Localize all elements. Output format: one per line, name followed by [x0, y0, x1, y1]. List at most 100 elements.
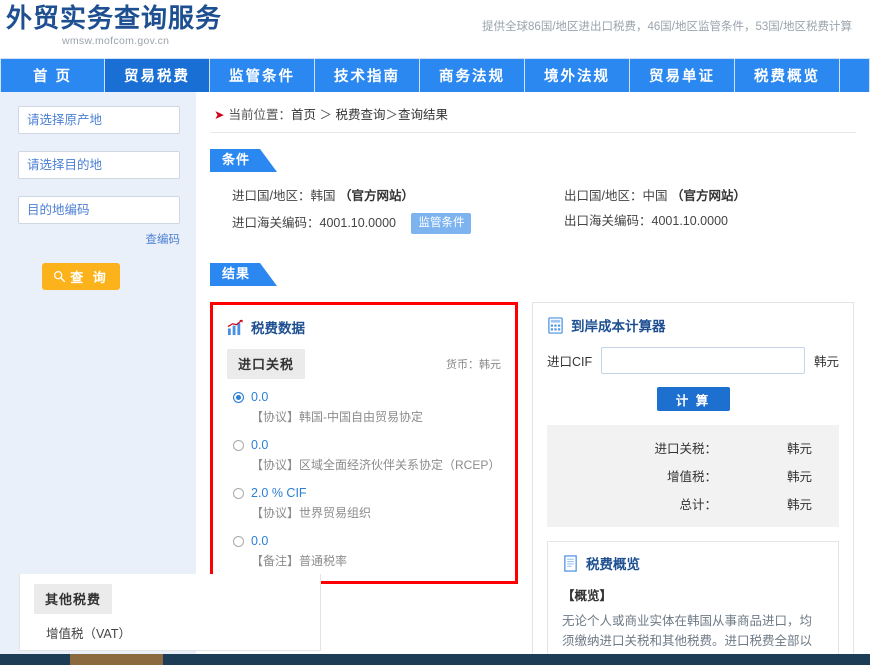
conditions-import-column: 进口国/地区：韩国 （官方网站） 进口海关编码：4001.10.0000 监管条… [232, 188, 564, 243]
calculator-card-title: 到岸成本计算器 [547, 315, 839, 335]
calculator-icon [547, 316, 564, 334]
import-country-row: 进口国/地区：韩国 （官方网站） [232, 188, 564, 204]
header-tagline: 提供全球86国/地区进出口税费，46国/地区监管条件，53国/地区税费计算 [482, 21, 852, 33]
cif-input-row: 进口CIF 韩元 [547, 347, 839, 374]
overview-head: 【概览】 [562, 589, 613, 603]
import-country-value: 韩国 [310, 189, 336, 203]
nav-item-trade-tax[interactable]: 贸易税费 [105, 59, 210, 92]
calculator-results: 进口关税： 韩元 增值税： 韩元 总计： 韩元 [547, 425, 839, 527]
radio-icon-0[interactable] [233, 391, 244, 403]
export-country-row: 出口国/地区：中国 （官方网站） [564, 188, 870, 204]
tariff-option-1-rate: 0.0 [251, 438, 269, 452]
origin-input[interactable] [18, 106, 180, 134]
other-fees-section: 其他税费 增值税（VAT） [19, 574, 321, 651]
main-nav: 首 页 贸易税费 监管条件 技术指南 商务法规 境外法规 贸易单证 税费概览 [0, 58, 870, 92]
import-hs-value: 4001.10.0000 [319, 216, 396, 230]
import-country-label: 进口国/地区： [232, 189, 311, 203]
regulation-badge[interactable]: 监管条件 [411, 213, 472, 234]
calc-result-label-1: 增值税： [666, 470, 717, 484]
calc-result-unit-1: 韩元 [787, 470, 813, 484]
search-button-label: 查 询 [70, 270, 109, 285]
tariff-option-2[interactable]: 2.0 % CIF [233, 486, 501, 500]
nav-item-tax-overview[interactable]: 税费概览 [735, 59, 840, 92]
tariff-option-0[interactable]: 0.0 [233, 390, 501, 404]
nav-item-business-law[interactable]: 商务法规 [420, 59, 525, 92]
search-button[interactable]: 查 询 [42, 263, 120, 290]
tariff-option-3-rate: 0.0 [251, 534, 269, 548]
import-tariff-subhead: 进口关税 [227, 349, 306, 379]
conditions-export-column: 出口国/地区：中国 （官方网站） 出口海关编码：4001.10.0000 [564, 188, 870, 243]
brand-url: wmsw.mofcom.gov.cn [62, 35, 170, 47]
radio-icon-2[interactable] [233, 487, 244, 499]
main-content: ➤ 当前位置：首页 ＞ 税费查询＞查询结果 条件 进口国/地区：韩国 （官方网站）… [19, 92, 870, 665]
breadcrumb-item-result: 查询结果 [398, 108, 449, 122]
document-lines-icon [562, 554, 579, 572]
nav-item-regulatory[interactable]: 监管条件 [210, 59, 315, 92]
search-icon [53, 270, 66, 283]
destination-input[interactable] [18, 151, 180, 179]
nav-item-overseas-law[interactable]: 境外法规 [525, 59, 630, 92]
os-taskbar [0, 654, 870, 665]
nav-item-trade-docs[interactable]: 贸易单证 [630, 59, 735, 92]
export-hs-label: 出口海关编码： [564, 214, 652, 228]
calc-result-unit-0: 韩元 [787, 442, 813, 456]
overview-card-title: 税费概览 [562, 553, 824, 573]
breadcrumb-arrow-icon: ➤ [214, 108, 225, 122]
export-country-site-link[interactable]: （官方网站） [671, 189, 746, 203]
site-header: 外贸实务查询服务 wmsw.mofcom.gov.cn 提供全球86国/地区进出… [0, 0, 870, 58]
landed-cost-calculator-card: 到岸成本计算器 进口CIF 韩元 计 算 进口关税： 韩元 增值税： 韩元 总计… [532, 302, 854, 665]
section-tab-results-label: 结果 [210, 263, 261, 286]
overview-card-title-label: 税费概览 [586, 557, 640, 572]
calculate-button[interactable]: 计 算 [656, 387, 730, 411]
tax-overview-card: 税费概览 【概览】 无论个人或商业实体在韩国从事商品进口，均须缴纳进口关税和其他… [547, 541, 839, 665]
nav-item-home[interactable]: 首 页 [0, 59, 105, 92]
calc-result-row-2: 总计： 韩元 [547, 494, 839, 513]
calc-result-label-2: 总计： [679, 498, 717, 512]
calc-result-label-0: 进口关税： [654, 442, 717, 456]
breadcrumb-prefix: 当前位置： [228, 108, 291, 122]
breadcrumb: ➤ 当前位置：首页 ＞ 税费查询＞查询结果 [210, 92, 856, 133]
brand-title: 外贸实务查询服务 [6, 3, 223, 33]
export-country-label: 出口国/地区： [564, 189, 643, 203]
tariff-option-2-rate: 2.0 % CIF [251, 486, 307, 500]
brand-logo[interactable]: 外贸实务查询服务 wmsw.mofcom.gov.cn [6, 2, 222, 47]
breadcrumb-item-tax-query[interactable]: 税费查询 [336, 108, 386, 122]
cif-unit: 韩元 [813, 355, 839, 369]
export-hs-row: 出口海关编码：4001.10.0000 [564, 213, 870, 229]
other-fee-item-0: 增值税（VAT） [46, 627, 131, 641]
tariff-option-2-note: 【协议】世界贸易组织 [251, 506, 372, 520]
tariff-option-0-note: 【协议】韩国-中国自由贸易协定 [251, 410, 423, 424]
code-lookup-link[interactable]: 查编码 [18, 231, 181, 247]
calculator-card-title-label: 到岸成本计算器 [571, 319, 666, 334]
import-country-site-link[interactable]: （官方网站） [339, 189, 414, 203]
calc-result-value-1 [717, 466, 779, 485]
nav-item-tech-guide[interactable]: 技术指南 [315, 59, 420, 92]
radio-icon-3[interactable] [233, 535, 244, 547]
calc-result-value-2 [717, 494, 779, 513]
breadcrumb-sep-2: ＞ [385, 108, 399, 122]
tariff-option-1-note: 【协议】区域全面经济伙伴关系协定（RCEP） [251, 458, 501, 472]
calc-result-row-0: 进口关税： 韩元 [547, 438, 839, 457]
tariff-option-3[interactable]: 0.0 [233, 534, 501, 548]
tax-data-card-title-label: 税费数据 [251, 321, 305, 336]
tariff-option-3-note: 【备注】普通税率 [251, 554, 348, 568]
currency-note: 货币：韩元 [446, 359, 501, 371]
destination-code-input[interactable] [18, 196, 180, 224]
tariff-option-1[interactable]: 0.0 [233, 438, 501, 452]
breadcrumb-item-home[interactable]: 首页 [291, 108, 316, 122]
radio-icon-1[interactable] [233, 439, 244, 451]
taskbar-active-window[interactable] [70, 654, 163, 665]
section-tab-results: 结果 [210, 263, 278, 286]
calc-result-value-0 [717, 438, 779, 457]
calc-result-unit-2: 韩元 [787, 498, 813, 512]
import-hs-row: 进口海关编码：4001.10.0000 监管条件 [232, 213, 564, 234]
cif-input[interactable] [601, 347, 805, 374]
conditions-body: 进口国/地区：韩国 （官方网站） 进口海关编码：4001.10.0000 监管条… [210, 172, 856, 247]
tariff-options-list: 0.0 【协议】韩国-中国自由贸易协定 0.0 【协议】区域全面经济伙伴关系协定… [227, 390, 501, 569]
tax-data-card-title: 税费数据 [227, 317, 501, 337]
chart-up-icon [227, 318, 244, 336]
tariff-option-0-rate: 0.0 [251, 390, 269, 404]
import-hs-label: 进口海关编码： [232, 216, 320, 230]
page-body: 查编码 查 询 ➤当前位置：首页 ＞ 税费查询＞查询结果 条件 进 [0, 92, 870, 665]
export-country-value: 中国 [642, 189, 668, 203]
